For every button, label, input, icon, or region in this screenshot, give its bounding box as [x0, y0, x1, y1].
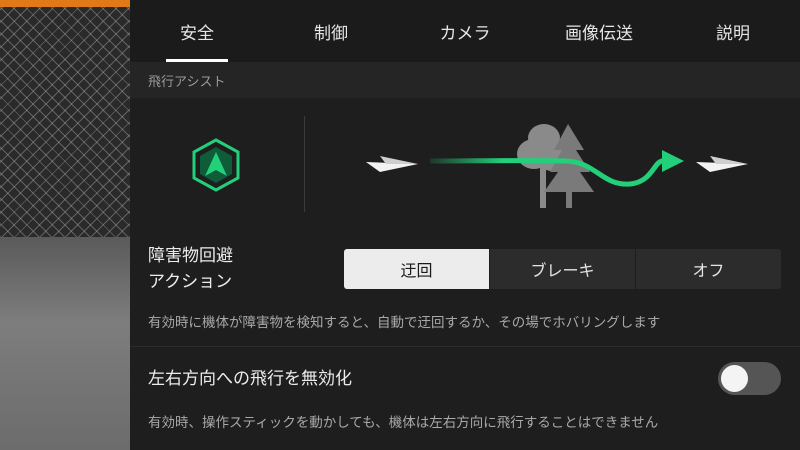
- obstacle-action-label-line2: アクション: [148, 272, 233, 292]
- settings-tabs: 安全 制御 カメラ 画像伝送 説明: [130, 0, 800, 62]
- obstacle-action-label-line1: 障害物回避: [148, 246, 233, 266]
- avoidance-path-arrow: [430, 150, 684, 187]
- camera-net-view: [0, 7, 130, 237]
- camera-status-strip: [0, 0, 130, 7]
- lateral-disable-toggle[interactable]: [718, 362, 781, 395]
- obstacle-action-description: 有効時に機体が障害物を検知すると、自動で迂回するか、その場でホバリングします: [148, 315, 661, 331]
- tab-camera[interactable]: カメラ: [398, 0, 532, 62]
- lateral-disable-label: 左右方向への飛行を無効化: [148, 369, 352, 389]
- paper-plane-icon: [366, 156, 418, 172]
- illustration-divider: [304, 116, 305, 212]
- obstacle-action-segmented-control: 迂回 ブレーキ オフ: [344, 249, 781, 289]
- tab-safety[interactable]: 安全: [130, 0, 264, 62]
- settings-panel: 安全 制御 カメラ 画像伝送 説明 飛行アシスト 障害物回避 アクション 迂回 …: [130, 0, 800, 450]
- paper-plane-icon: [696, 156, 748, 172]
- row-divider: [130, 346, 800, 347]
- toggle-knob: [721, 365, 748, 392]
- section-title: 飛行アシスト: [148, 74, 226, 90]
- tab-about[interactable]: 説明: [666, 0, 800, 62]
- option-bypass[interactable]: 迂回: [344, 249, 489, 289]
- obstacle-avoidance-illustration: [130, 98, 800, 238]
- camera-floor-view: [0, 237, 130, 450]
- obstacle-action-label: 障害物回避 アクション: [148, 243, 233, 295]
- hexagon-arrow-icon: [192, 138, 240, 192]
- lateral-disable-description: 有効時、操作スティックを動かしても、機体は左右方向に飛行することはできません: [148, 415, 659, 431]
- option-brake[interactable]: ブレーキ: [489, 249, 635, 289]
- tab-image-transmission[interactable]: 画像伝送: [532, 0, 666, 62]
- option-off[interactable]: オフ: [635, 249, 781, 289]
- camera-preview: [0, 0, 130, 450]
- section-header-flight-assist: 飛行アシスト: [130, 62, 800, 98]
- tab-control[interactable]: 制御: [264, 0, 398, 62]
